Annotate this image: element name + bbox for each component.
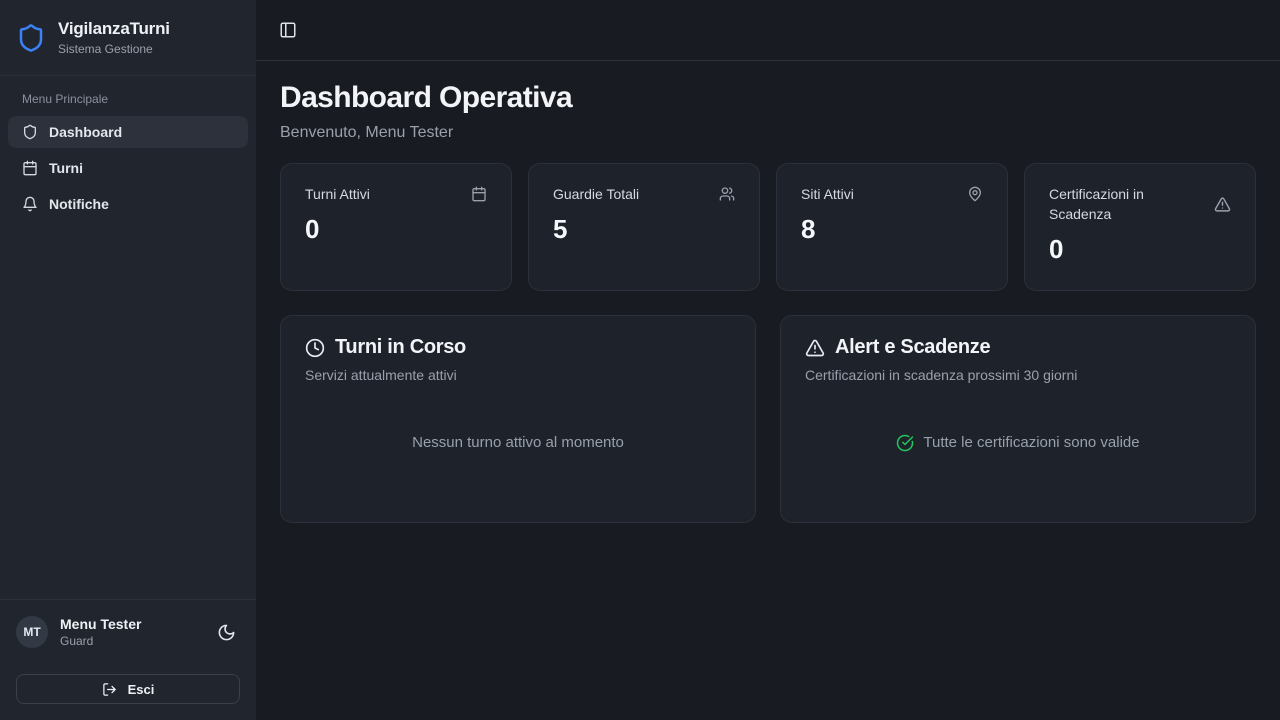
sidebar-item-label: Notifiche [49,196,109,212]
log-out-icon [102,682,117,697]
sidebar-item-label: Dashboard [49,124,122,140]
app-brand: VigilanzaTurni Sistema Gestione [0,0,256,76]
stat-label: Turni Attivi [305,184,370,204]
stat-card-turni-attivi: Turni Attivi 0 [280,163,512,291]
stat-label: Certificazioni in Scadenza [1049,184,1206,224]
stat-value: 0 [1049,234,1231,265]
app-title: VigilanzaTurni [58,19,170,39]
alert-triangle-icon [805,338,825,358]
sidebar-footer: MT Menu Tester Guard Esci [0,599,256,720]
sidebar-item-label: Turni [49,160,83,176]
panels-grid: Turni in Corso Servizi attualmente attiv… [280,315,1256,523]
shield-icon [16,23,46,53]
stat-card-certificazioni: Certificazioni in Scadenza 0 [1024,163,1256,291]
stat-value: 5 [553,214,735,245]
topbar [256,0,1280,61]
avatar: MT [16,616,48,648]
calendar-icon [22,160,38,176]
panel-empty-text: Nessun turno attivo al momento [412,434,624,451]
stat-value: 0 [305,214,487,245]
sidebar-item-dashboard[interactable]: Dashboard [8,116,248,148]
circle-check-icon [896,434,914,452]
sidebar-toggle-button[interactable] [277,19,299,41]
main-area: Dashboard Operativa Benvenuto, Menu Test… [256,0,1280,720]
sidebar-item-notifiche[interactable]: Notifiche [8,188,248,220]
page-content: Dashboard Operativa Benvenuto, Menu Test… [256,61,1280,543]
user-name: Menu Tester [60,616,141,632]
page-title: Dashboard Operativa [280,81,1256,115]
sidebar: VigilanzaTurni Sistema Gestione Menu Pri… [0,0,256,720]
stat-value: 8 [801,214,983,245]
app-subtitle: Sistema Gestione [58,42,170,56]
alert-triangle-icon [1214,196,1231,213]
stat-card-siti-attivi: Siti Attivi 8 [776,163,1008,291]
panel-empty-text: Tutte le certificazioni sono valide [923,434,1139,451]
clock-icon [305,338,325,358]
map-pin-icon [967,186,983,202]
calendar-icon [471,186,487,202]
stat-label: Siti Attivi [801,184,854,204]
stat-card-guardie-totali: Guardie Totali 5 [528,163,760,291]
sidebar-item-turni[interactable]: Turni [8,152,248,184]
panel-title: Alert e Scadenze [835,336,990,359]
shield-icon [22,124,38,140]
bell-icon [22,196,38,212]
user-row: MT Menu Tester Guard [16,616,240,648]
logout-label: Esci [128,682,155,697]
logout-button[interactable]: Esci [16,674,240,704]
panel-subtitle: Certificazioni in scadenza prossimi 30 g… [805,367,1231,383]
panel-left-icon [279,21,297,39]
page-subtitle: Benvenuto, Menu Tester [280,124,1256,142]
theme-toggle-button[interactable] [213,619,240,646]
panel-turni-in-corso: Turni in Corso Servizi attualmente attiv… [280,315,756,523]
moon-icon [217,623,236,642]
panel-subtitle: Servizi attualmente attivi [305,367,731,383]
sidebar-nav: Menu Principale Dashboard Turni [0,76,256,236]
stat-label: Guardie Totali [553,184,639,204]
stats-grid: Turni Attivi 0 Guardie Totali [280,163,1256,291]
user-role: Guard [60,634,141,648]
panel-title: Turni in Corso [335,336,466,359]
users-icon [719,186,735,202]
sidebar-section-label: Menu Principale [8,92,248,106]
panel-alert-scadenze: Alert e Scadenze Certificazioni in scade… [780,315,1256,523]
